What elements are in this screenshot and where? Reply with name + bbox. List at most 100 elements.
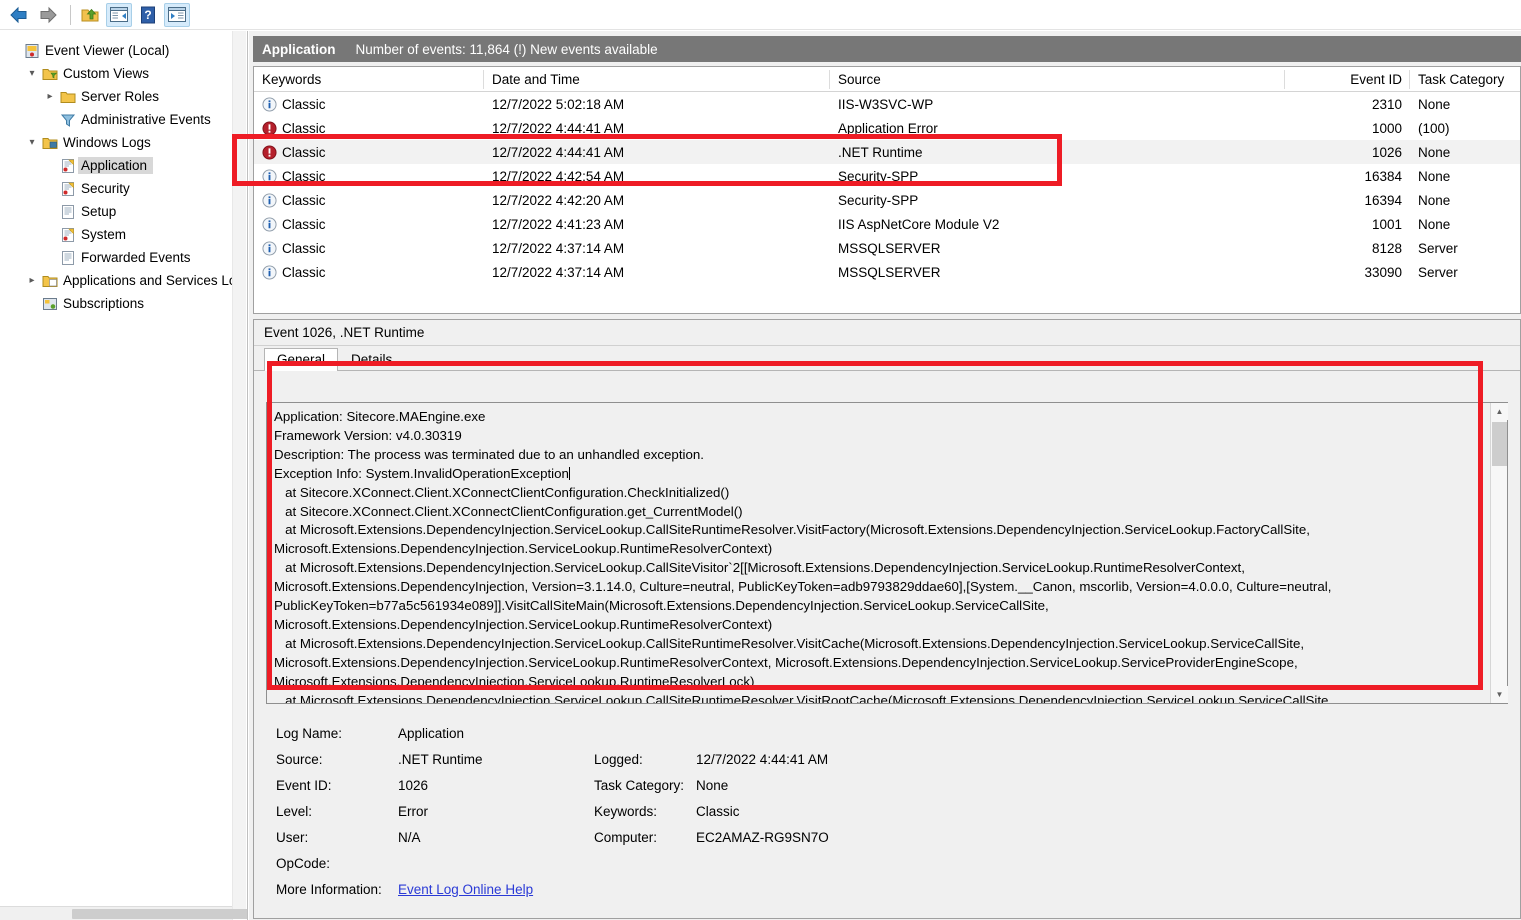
tree-item-applications-and-services-log[interactable]: ▸ Applications and Services Log — [6, 269, 247, 292]
event-keywords-text: Classic — [282, 216, 326, 232]
information-level-icon — [262, 168, 277, 184]
show-action-pane-button[interactable] — [164, 2, 190, 27]
source-value: .NET Runtime — [398, 751, 483, 767]
event-datetime-cell: 12/7/2022 4:37:14 AM — [492, 264, 625, 280]
tree-item-setup[interactable]: Setup — [6, 200, 247, 223]
scroll-down-icon[interactable]: ▼ — [1491, 686, 1508, 703]
event-keywords-cell: Classic — [254, 265, 484, 280]
tree-item-server-roles[interactable]: ▸ Server Roles — [6, 85, 247, 108]
tree-vertical-scroll-thumb[interactable] — [233, 31, 246, 911]
error-level-icon — [262, 144, 277, 160]
event-row[interactable]: Classic 12/7/2022 4:41:23 AM IIS AspNetCor… — [254, 212, 1520, 236]
show-console-tree-button[interactable] — [106, 2, 132, 27]
subscriptions-icon — [40, 296, 60, 312]
column-header-keywords[interactable]: Keywords — [254, 67, 484, 92]
event-description-line: Description: The process was terminated … — [274, 446, 704, 462]
tree-item-system[interactable]: System — [6, 223, 247, 246]
column-header-source[interactable]: Source — [830, 67, 1285, 92]
event-task-category-cell: None — [1418, 168, 1451, 184]
event-datetime-cell: 12/7/2022 4:44:41 AM — [492, 120, 625, 136]
event-keywords-text: Classic — [282, 144, 326, 160]
field-row-level-keywords: Level: Error Keywords: Classic — [266, 798, 1506, 824]
event-row[interactable]: Classic 12/7/2022 4:42:20 AM Security-SPP 1… — [254, 188, 1520, 212]
tree-item-label: Applications and Services Log — [63, 273, 244, 288]
event-log-pane: Application Number of events: 11,864 (!)… — [249, 31, 1521, 920]
event-datetime-cell: 12/7/2022 4:42:54 AM — [492, 168, 625, 184]
tree-item-application[interactable]: Application — [6, 154, 247, 177]
event-row[interactable]: Classic 12/7/2022 4:44:41 AM Application E… — [254, 116, 1520, 140]
source-label: Source: — [276, 751, 323, 767]
tree-item-label: Application — [78, 157, 154, 174]
tree-item-security[interactable]: Security — [6, 177, 247, 200]
chevron-right-icon[interactable]: ▸ — [24, 275, 40, 286]
tree-item-custom-views[interactable]: ▾ Custom Views — [6, 62, 247, 85]
tree-horizontal-scroll-thumb[interactable] — [72, 909, 247, 919]
error-level-icon — [262, 120, 277, 136]
log-warning-icon — [58, 158, 78, 174]
tree-item-label: Administrative Events — [81, 112, 211, 127]
event-task-category-cell: None — [1418, 144, 1451, 160]
chevron-down-icon[interactable]: ▾ — [24, 137, 40, 148]
tree-item-event-viewer-local[interactable]: Event Viewer (Local) — [6, 39, 247, 62]
event-description-line: Exception Info: System.InvalidOperationE… — [274, 465, 570, 481]
computer-value: EC2AMAZ-RG9SN7O — [696, 829, 829, 845]
event-task-category-cell: None — [1418, 96, 1451, 112]
scroll-up-icon[interactable]: ▲ — [1491, 403, 1508, 420]
tree-vertical-scrollbar[interactable] — [232, 31, 247, 920]
event-description-line: at Sitecore.XConnect.Client.XConnectClie… — [274, 503, 743, 519]
forward-button[interactable] — [35, 3, 61, 27]
event-row[interactable]: Classic 12/7/2022 4:42:54 AM Security-SPP 1… — [254, 164, 1520, 188]
column-header-task-category[interactable]: Task Category — [1410, 67, 1520, 92]
event-list[interactable]: Keywords Date and Time Source Event ID T… — [253, 66, 1521, 314]
back-button[interactable] — [6, 3, 32, 27]
event-detail-header: Event 1026, .NET Runtime — [254, 320, 1520, 346]
event-list-column-header: Keywords Date and Time Source Event ID T… — [254, 67, 1520, 92]
level-value: Error — [398, 803, 428, 819]
up-one-level-button[interactable] — [77, 3, 103, 27]
tree-item-administrative-events[interactable]: Administrative Events — [6, 108, 247, 131]
event-datetime-cell: 12/7/2022 4:37:14 AM — [492, 240, 625, 256]
event-keywords-text: Classic — [282, 168, 326, 184]
event-source-cell: IIS AspNetCore Module V2 — [838, 216, 1000, 232]
event-description-scrollbar[interactable]: ▲ ▼ — [1490, 403, 1508, 703]
event-log-online-help-link[interactable]: Event Log Online Help — [398, 882, 533, 897]
event-description-scroll-thumb[interactable] — [1492, 422, 1507, 466]
windows-logs-folder-icon — [40, 135, 60, 151]
tree-item-windows-logs[interactable]: ▾ Windows Logs — [6, 131, 247, 154]
toolbar-separator — [70, 4, 71, 25]
event-source-cell: Security-SPP — [838, 192, 919, 208]
event-row[interactable]: Classic 12/7/2022 4:37:14 AM MSSQLSERVER 33… — [254, 260, 1520, 284]
event-id-cell: 1000 — [1371, 120, 1402, 136]
event-keywords-cell: Classic — [254, 169, 484, 184]
tab-details[interactable]: Details — [338, 348, 405, 371]
task-category-value: None — [696, 777, 729, 793]
keywords-value: Classic — [696, 803, 740, 819]
event-description-line: at Microsoft.Extensions.DependencyInject… — [274, 635, 1308, 689]
column-header-event-id[interactable]: Event ID — [1285, 67, 1410, 92]
chevron-right-icon[interactable]: ▸ — [42, 91, 58, 102]
tab-general[interactable]: General — [264, 348, 339, 371]
event-keywords-cell: Classic — [254, 121, 484, 136]
log-plain-icon — [58, 204, 78, 220]
column-header-date-time[interactable]: Date and Time — [484, 67, 830, 92]
toolbar: ? — [0, 0, 1521, 30]
event-row[interactable]: Classic 12/7/2022 4:44:41 AM .NET Runtime 1… — [254, 140, 1520, 164]
help-button[interactable]: ? — [135, 3, 161, 27]
tree-horizontal-scrollbar[interactable] — [0, 906, 247, 920]
event-row[interactable]: Classic 12/7/2022 4:37:14 AM MSSQLSERVER 81… — [254, 236, 1520, 260]
event-description-line: at Sitecore.XConnect.Client.XConnectClie… — [274, 484, 730, 500]
event-description-text[interactable]: Application: Sitecore.MAEngine.exe Framew… — [267, 403, 1490, 703]
tree-item-forwarded-events[interactable]: Forwarded Events — [6, 246, 247, 269]
event-id-cell: 1026 — [1371, 144, 1402, 160]
event-id-value: 1026 — [398, 777, 429, 793]
event-row[interactable]: Classic 12/7/2022 5:02:18 AM IIS-W3SVC-WP 2… — [254, 92, 1520, 116]
tree-item-label: Server Roles — [81, 89, 160, 104]
computer-label: Computer: — [594, 829, 658, 845]
event-description-box[interactable]: Application: Sitecore.MAEngine.exe Framew… — [266, 402, 1508, 704]
event-keywords-text: Classic — [282, 264, 326, 280]
console-tree-panel: Event Viewer (Local) ▾ Custom Views ▸ Server… — [0, 31, 248, 920]
tree-item-subscriptions[interactable]: Subscriptions — [6, 292, 247, 315]
event-task-category-cell: Server — [1418, 264, 1458, 280]
chevron-down-icon[interactable]: ▾ — [24, 68, 40, 79]
level-label: Level: — [276, 803, 313, 819]
